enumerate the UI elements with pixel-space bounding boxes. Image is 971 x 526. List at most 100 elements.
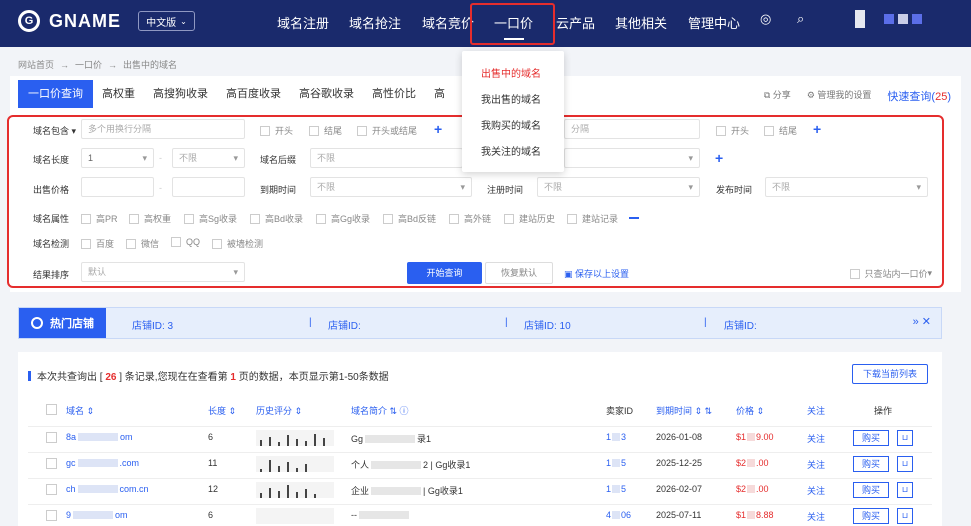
buy-button[interactable]: 购买 [853,456,889,472]
dropdown-item-on-sale[interactable]: 出售中的域名 [481,65,541,80]
suffix-extra-select[interactable] [564,148,700,168]
row-seller-id[interactable]: 13 [606,432,626,442]
suffix-select[interactable]: 不限 [310,148,463,168]
breadcrumb-home[interactable]: 网站首页 [18,60,54,70]
check-wechat-checkbox[interactable]: 微信 [126,237,159,250]
nav-domain-register[interactable]: 域名注册 [277,13,329,32]
add-suffix-icon[interactable]: + [715,151,723,165]
row-checkbox[interactable] [46,458,57,469]
row-checkbox[interactable] [46,484,57,495]
attr-high-weight-checkbox[interactable]: 高权重 [129,212,171,225]
tab-high-google[interactable]: 高谷歌收录 [290,80,363,108]
length-min-select[interactable]: 1 [81,148,154,168]
col-domain[interactable]: 域名 ⇕ [66,404,94,417]
row-checkbox[interactable] [46,510,57,521]
row-domain[interactable]: gc .com [66,458,139,468]
add-exclude-icon[interactable]: + [813,122,821,136]
contains-start-or-end-checkbox[interactable]: 开头或结尾 [357,124,417,137]
length-max-select[interactable]: 不限 [172,148,245,168]
collapse-attrs-icon[interactable] [629,217,639,219]
search-icon[interactable]: ⌕ [797,11,804,27]
attr-site-history-checkbox[interactable]: 建站历史 [504,212,555,225]
headset-icon[interactable]: ◎ [760,11,771,27]
attr-high-bd-checkbox[interactable]: 高Bd收录 [250,212,303,225]
price-max-input[interactable] [172,177,245,197]
tab-high-weight[interactable]: 高权重 [93,80,144,108]
domain-contains-label[interactable]: 域名包含 ▾ [33,124,76,137]
tab-high-baidu[interactable]: 高百度收录 [217,80,290,108]
nav-fixed-price[interactable]: 一口价 [494,13,533,32]
cart-icon[interactable]: ⊔ [897,482,913,498]
nav-other[interactable]: 其他相关 [615,13,667,32]
dropdown-item-my-purchases[interactable]: 我购买的域名 [481,117,541,132]
buy-button[interactable]: 购买 [853,430,889,446]
domain-exclude-input[interactable]: 分隔 [564,119,700,139]
buy-button[interactable]: 购买 [853,482,889,498]
manage-settings-button[interactable]: ⚙ 管理我的设置 [807,88,872,104]
row-seller-id[interactable]: 4 06 [606,510,631,520]
row-seller-id[interactable]: 15 [606,484,626,494]
start-search-button[interactable]: 开始查询 [407,262,482,284]
add-contains-icon[interactable]: + [434,122,442,136]
dropdown-item-my-sales[interactable]: 我出售的域名 [481,91,541,106]
tab-fixed-price-query[interactable]: 一口价查询 [18,80,93,108]
row-domain[interactable]: ch com.cn [66,484,149,494]
share-button[interactable]: ⧉ 分享 [764,88,791,104]
domain-contains-input[interactable]: 多个用换行分隔 [81,119,245,139]
tab-high-value[interactable]: 高性价比 [363,80,425,108]
contains-end-checkbox[interactable]: 结尾 [309,124,342,137]
contains-start-checkbox[interactable]: 开头 [260,124,293,137]
save-settings-button[interactable]: ▣ 保存以上设置 [564,267,629,280]
publish-select[interactable]: 不限 [765,177,928,197]
expire-select[interactable]: 不限 [310,177,472,197]
follow-button[interactable]: 关注 [807,432,825,445]
nav-domain-auction[interactable]: 域名竞价 [422,13,474,32]
download-list-button[interactable]: 下载当前列表 [852,364,928,384]
register-select[interactable]: 不限 [537,177,700,197]
row-checkbox[interactable] [46,432,57,443]
dropdown-item-my-follows[interactable]: 我关注的域名 [481,143,541,158]
user-menu[interactable] [884,14,922,24]
attr-site-record-checkbox[interactable]: 建站记录 [567,212,618,225]
nav-management[interactable]: 管理中心 [688,13,740,32]
language-select[interactable]: 中文版 ⌄ [138,11,195,31]
shop-more-close[interactable]: » ✕ [913,315,931,328]
col-intro[interactable]: 域名简介 ⇅ ⓘ [351,404,409,417]
exclude-end-checkbox[interactable]: 结尾 [764,124,797,137]
logo[interactable]: G GNAME [18,10,121,32]
col-price[interactable]: 价格 ⇕ [736,404,764,417]
buy-button[interactable]: 购买 [853,508,889,524]
cart-icon[interactable]: ⊔ [897,508,913,524]
only-site-checkbox[interactable]: 只查站内一口价 ▾ [850,267,932,280]
quick-query-button[interactable]: 快速查询(25) [887,88,951,104]
row-domain[interactable]: 9 om [66,510,128,520]
row-domain[interactable]: 8a om [66,432,133,442]
nav-cloud-products[interactable]: 云产品 [556,13,595,32]
cart-icon[interactable]: ⊔ [897,456,913,472]
col-history-score[interactable]: 历史评分 ⇕ [256,404,302,417]
price-min-input[interactable] [81,177,154,197]
tab-more[interactable]: 高 [425,80,454,108]
reset-button[interactable]: 恢复默认 [485,262,553,284]
col-length[interactable]: 长度 ⇕ [208,404,236,417]
follow-button[interactable]: 关注 [807,484,825,497]
nav-domain-snatch[interactable]: 域名抢注 [349,13,401,32]
follow-button[interactable]: 关注 [807,510,825,523]
sort-select[interactable]: 默认 [81,262,245,282]
check-qq-checkbox[interactable]: QQ [171,237,200,247]
check-baidu-checkbox[interactable]: 百度 [81,237,114,250]
attr-high-bd-backlink-checkbox[interactable]: 高Bd反链 [383,212,436,225]
shop-item[interactable]: 店铺ID: 10 [524,317,571,332]
attr-high-pr-checkbox[interactable]: 高PR [81,212,118,225]
check-blocked-checkbox[interactable]: 被墙检测 [212,237,263,250]
attr-high-gg-checkbox[interactable]: 高Gg收录 [316,212,370,225]
breadcrumb-fixed-price[interactable]: 一口价 [75,60,102,70]
cart-icon[interactable]: ⊔ [897,430,913,446]
tab-high-sogou[interactable]: 高搜狗收录 [144,80,217,108]
follow-button[interactable]: 关注 [807,458,825,471]
user-icon[interactable] [855,10,865,28]
row-seller-id[interactable]: 15 [606,458,626,468]
shop-item[interactable]: 店铺ID: [328,317,361,332]
exclude-start-checkbox[interactable]: 开头 [716,124,749,137]
col-expire[interactable]: 到期时间 ⇕ ⇅ [656,404,712,417]
